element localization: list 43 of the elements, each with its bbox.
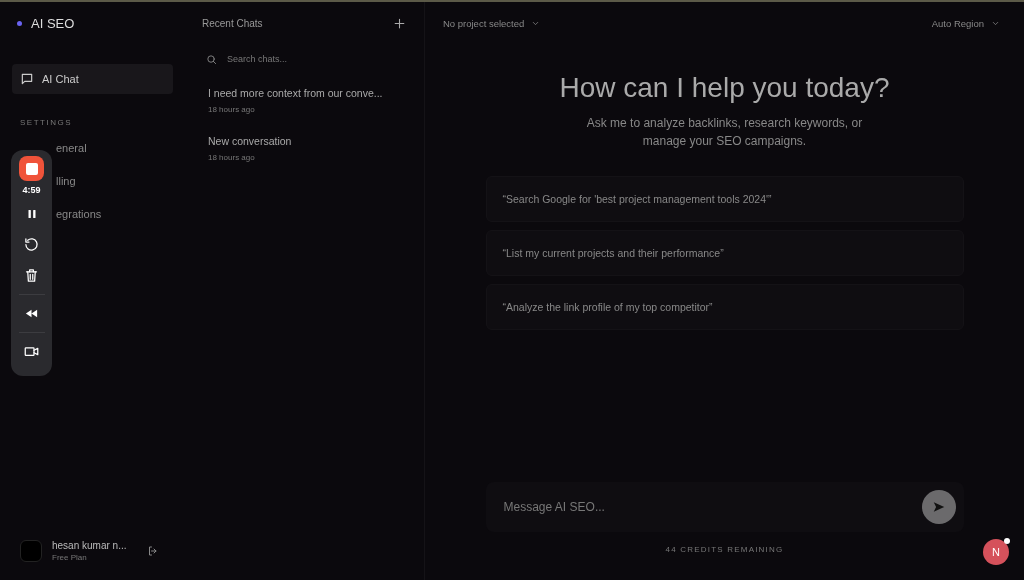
stop-button[interactable] (19, 156, 44, 181)
timestamp: 18 hours ago (208, 105, 256, 114)
nav-item[interactable]: lling (56, 174, 76, 189)
chat-title: I need more context from our conve... (208, 86, 384, 100)
suggestion-card[interactable]: “Search Google for 'best project management tools 2024'” (485, 176, 964, 222)
notification-badge[interactable]: N (983, 539, 1009, 565)
logout-button[interactable] (147, 545, 159, 557)
dropdown[interactable]: Auto Region (931, 17, 1000, 29)
chat-title: New conversation (208, 134, 293, 148)
avatar (20, 540, 42, 562)
nav-item[interactable]: AI Chat (12, 64, 173, 94)
restart-icon (24, 237, 39, 252)
credits-label: 44 CREDITS REMAINING (665, 545, 784, 554)
logout-icon (147, 545, 159, 557)
app-title: AI SEO (31, 15, 75, 31)
chat-icon (20, 72, 34, 86)
timer: 4:59 (22, 185, 41, 195)
video-camera-icon (24, 344, 39, 359)
heading: How can I help you today? (559, 72, 890, 104)
message-box[interactable]: Message AI SEO... (485, 482, 964, 532)
brand-dot-icon (17, 20, 22, 26)
plus-icon (393, 16, 406, 30)
search-icon (206, 53, 217, 65)
dropdown[interactable]: No project selected (443, 17, 541, 29)
section-heading: SETTINGS (20, 118, 73, 127)
message-field[interactable]: Message AI SEO... (501, 491, 922, 523)
panel-title: Recent Chats (202, 17, 263, 29)
suggestion-card[interactable]: “Analyze the link profile of my top competitor” (485, 284, 964, 330)
chat-item[interactable]: I need more context from our conve... 18 hours ago (202, 78, 406, 122)
chat-item[interactable]: New conversation 18 hours ago (202, 126, 406, 170)
timestamp: 18 hours ago (208, 153, 256, 162)
nav-item[interactable]: egrations (56, 207, 102, 222)
send-button[interactable] (921, 490, 956, 524)
user-name: hesan kumar n... (52, 540, 128, 551)
plan-label: Free Plan (52, 553, 88, 562)
search-field[interactable]: Search chats... (225, 53, 379, 65)
trash-icon (24, 268, 39, 283)
status-dot-icon (1004, 538, 1010, 544)
subtitle: Ask me to analyze backlinks, research keywords, or manage your SEO campaigns. (585, 115, 864, 150)
nav-item[interactable]: eneral (56, 141, 87, 156)
new-chat-button[interactable] (393, 16, 406, 30)
send-icon (931, 500, 946, 514)
suggestion-card[interactable]: “List my current projects and their performance” (485, 230, 964, 276)
